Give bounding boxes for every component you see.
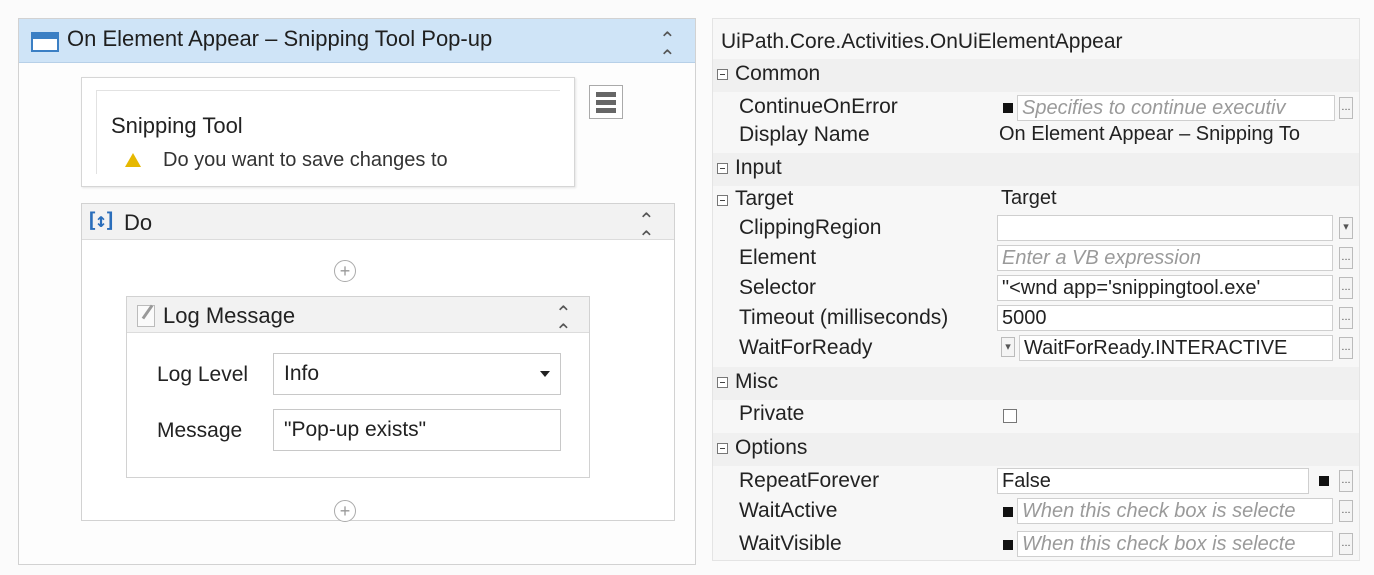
target-dialog-text: Do you want to save changes to (163, 149, 448, 171)
do-label: Do (124, 210, 153, 235)
properties-panel: UiPath.Core.Activities.OnUiElementAppear… (712, 18, 1360, 561)
options-menu-icon[interactable] (589, 85, 623, 119)
ellipsis-button[interactable]: ... (1339, 470, 1353, 492)
target-value: Target (1001, 187, 1057, 209)
log-level-label: Log Level (157, 363, 249, 386)
target-window-title: Snipping Tool (111, 113, 243, 138)
prop-name-clippingregion: ClippingRegion (739, 216, 882, 239)
category-label: Options (735, 436, 808, 459)
continueonerror-input[interactable]: Specifies to continue executiv (1017, 95, 1335, 121)
do-sequence: [↕] Do ⌃ ⌃ + Log Message ⌃ ⌃ Log Level Inf… (81, 203, 675, 522)
target-preview-panel[interactable]: Snipping Tool Do you want to save change… (81, 77, 575, 187)
ellipsis-button[interactable]: ... (1339, 277, 1353, 299)
prop-name-waitvisible: WaitVisible (739, 532, 842, 555)
flag-icon (1003, 103, 1013, 113)
category-label: Common (735, 62, 821, 85)
waitforready-select[interactable]: WaitForReady.INTERACTIVE (1019, 335, 1333, 361)
collapse-category-icon[interactable] (717, 69, 728, 80)
category-options[interactable]: Options (713, 433, 1359, 466)
collapse-category-icon[interactable] (717, 163, 728, 174)
category-common[interactable]: Common (713, 59, 1359, 92)
log-message-title: Log Message (163, 303, 296, 328)
prop-name-private: Private (739, 402, 805, 425)
activity-type-name: UiPath.Core.Activities.OnUiElementAppear (721, 30, 1123, 53)
collapse-icon[interactable]: ⌃ ⌃ (638, 211, 655, 249)
collapse-icon[interactable]: ⌃ ⌃ (555, 304, 572, 342)
clippingregion-input[interactable] (997, 215, 1333, 241)
displayname-value[interactable]: On Element Appear – Snipping To (999, 123, 1359, 146)
dropdown-button[interactable]: ▾ (1001, 337, 1015, 357)
category-misc[interactable]: Misc (713, 367, 1359, 400)
activity-header[interactable]: On Element Appear – Snipping Tool Pop-up… (19, 19, 695, 68)
prop-name-continueonerror: ContinueOnError (739, 95, 898, 118)
log-message-activity: Log Message ⌃ ⌃ Log Level Info Message "P… (126, 296, 590, 478)
target-screenshot: Snipping Tool Do you want to save change… (96, 90, 560, 174)
ellipsis-button[interactable]: ... (1339, 533, 1353, 555)
prop-name-element: Element (739, 246, 817, 269)
category-label: Misc (735, 370, 779, 393)
message-input[interactable]: "Pop-up exists" (273, 409, 561, 451)
element-input[interactable]: Enter a VB expression (997, 245, 1333, 271)
timeout-input[interactable]: 5000 (997, 305, 1333, 331)
warning-icon (125, 153, 141, 167)
ellipsis-button[interactable]: ... (1339, 500, 1353, 522)
log-message-header[interactable]: Log Message ⌃ ⌃ (127, 297, 589, 342)
prop-name-target: Target (735, 187, 794, 210)
prop-name-timeout: Timeout (milliseconds) (739, 306, 949, 329)
log-message-icon (137, 305, 155, 327)
category-label: Input (735, 156, 782, 179)
waitactive-input[interactable]: When this check box is selecte (1017, 498, 1333, 524)
private-checkbox[interactable] (1003, 409, 1017, 423)
add-activity-button[interactable]: + (334, 260, 356, 282)
prop-name-displayname: Display Name (739, 123, 870, 146)
repeatforever-input[interactable]: False (997, 468, 1309, 494)
activity-title[interactable]: On Element Appear – Snipping Tool Pop-up (67, 26, 492, 52)
collapse-category-icon[interactable] (717, 377, 728, 388)
waitvisible-input[interactable]: When this check box is selecte (1017, 531, 1333, 557)
collapse-category-icon[interactable] (717, 443, 728, 454)
prop-name-repeatforever: RepeatForever (739, 469, 880, 492)
do-header[interactable]: [↕] Do ⌃ ⌃ (82, 204, 674, 249)
flag-icon (1319, 476, 1329, 486)
workflow-designer: On Element Appear – Snipping Tool Pop-up… (18, 18, 696, 565)
selector-input[interactable]: "<wnd app='snippingtool.exe' (997, 275, 1333, 301)
ellipsis-button[interactable]: ... (1339, 307, 1353, 329)
ellipsis-button[interactable]: ... (1339, 97, 1353, 119)
collapse-icon[interactable]: ⌃ ⌃ (659, 30, 676, 68)
prop-name-selector: Selector (739, 276, 817, 299)
ellipsis-button[interactable]: ... (1339, 337, 1353, 359)
category-input[interactable]: Input (713, 153, 1359, 186)
dropdown-button[interactable]: ▾ (1339, 217, 1353, 239)
dropdown-arrow-icon (540, 371, 550, 377)
flag-icon (1003, 540, 1013, 550)
prop-name-waitforready: WaitForReady (739, 336, 873, 359)
window-icon (31, 32, 59, 52)
log-level-value: Info (284, 362, 320, 385)
sequence-icon: [↕] (86, 208, 116, 232)
flag-icon (1003, 507, 1013, 517)
add-activity-button[interactable]: + (334, 500, 356, 522)
ellipsis-button[interactable]: ... (1339, 247, 1353, 269)
message-label: Message (157, 419, 243, 442)
log-level-select[interactable]: Info (273, 353, 561, 395)
prop-name-waitactive: WaitActive (739, 499, 838, 522)
